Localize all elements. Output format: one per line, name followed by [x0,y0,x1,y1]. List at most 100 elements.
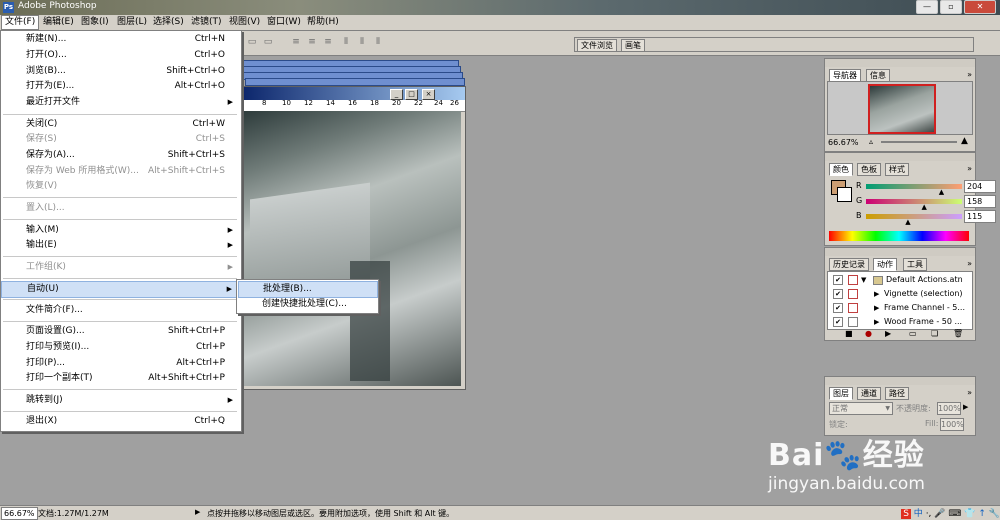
trash-icon[interactable]: 🗑 [953,329,963,338]
checkbox-icon[interactable]: ✔ [833,275,843,285]
distribute-right-icon[interactable]: ⫴ [372,36,384,48]
background-color-swatch[interactable] [837,187,852,202]
tab-channels[interactable]: 通道 [857,387,881,400]
menu-window[interactable]: 窗口(W) [264,16,304,29]
distribute-hcenter-icon[interactable]: ⫴ [356,36,368,48]
menu-view[interactable]: 视图(V) [226,16,263,29]
panel-menu-icon[interactable]: » [967,259,972,268]
panel-drag-bar[interactable] [825,59,975,67]
maximize-button[interactable]: ▫ [940,0,962,14]
menu-item-print-one-copy[interactable]: 打印一个副本(T) Alt+Shift+Ctrl+P [1,371,239,386]
panel-drag-bar[interactable] [825,248,975,256]
panel-drag-bar[interactable] [825,377,975,385]
ime-language-indicator[interactable]: 中 [914,509,923,519]
tab-color[interactable]: 颜色 [829,163,853,176]
action-set-row[interactable]: ✔ ▼ Default Actions.atn [830,273,970,287]
action-row[interactable]: ✔ ▶ Wood Frame - 50 ... [830,315,970,329]
play-icon[interactable]: ▶ [885,329,891,338]
document-photo[interactable] [240,111,461,386]
tab-styles[interactable]: 样式 [885,163,909,176]
tab-layers[interactable]: 图层 [829,387,853,400]
tab-tools[interactable]: 工具 [903,258,927,271]
action-row[interactable]: ✔ ▶ Vignette (selection) [830,287,970,301]
menu-item-close[interactable]: 关闭(C) Ctrl+W [1,117,239,132]
palette-well-tab-file-browser[interactable]: 文件浏览 [577,39,617,52]
distribute-bottom-icon[interactable]: ≡ [322,36,334,48]
panel-menu-icon[interactable]: » [967,388,972,397]
checkbox-icon[interactable]: ✔ [833,289,843,299]
menu-item-browse[interactable]: 浏览(B)... Shift+Ctrl+O [1,64,239,79]
blue-value-input[interactable]: 115 [964,210,996,223]
minimize-button[interactable]: — [916,0,938,14]
navigator-zoom[interactable]: 66.67% [828,138,859,147]
record-icon[interactable]: ● [865,329,872,338]
menu-item-jump-to[interactable]: 跳转到(J) ▶ [1,393,239,408]
checkbox-icon[interactable]: ✔ [833,317,843,327]
new-set-icon[interactable]: ▭ [909,329,917,338]
menu-item-new[interactable]: 新建(N)... Ctrl+N [1,32,239,47]
green-gradient-bar[interactable] [866,199,962,204]
menu-item-automate[interactable]: 自动(U) ▶ [1,281,239,298]
menu-item-page-setup[interactable]: 页面设置(G)... Shift+Ctrl+P [1,324,239,339]
dialog-toggle-icon[interactable] [848,317,858,327]
slider-red[interactable]: R ▲ 204 [856,180,996,196]
tab-paths[interactable]: 路径 [885,387,909,400]
menu-item-save-as[interactable]: 保存为(A)... Shift+Ctrl+S [1,148,239,163]
tab-history[interactable]: 历史记录 [829,258,869,271]
navigator-view-box[interactable] [868,84,936,134]
menu-select[interactable]: 选择(S) [150,16,187,29]
close-button[interactable]: ✕ [964,0,996,14]
zoom-slider[interactable] [881,141,957,143]
distribute-top-icon[interactable]: ≡ [290,36,302,48]
menu-filter[interactable]: 滤镜(T) [188,16,225,29]
menu-item-place[interactable]: 置入(L)... [1,201,239,216]
navigator-preview[interactable] [827,81,973,135]
document-window[interactable]: _ □ × 8 10 12 14 16 18 20 22 24 26 [239,86,466,390]
skin-icon[interactable]: 👕 [964,509,975,519]
expand-arrow-icon[interactable]: ▶ [874,315,879,329]
new-action-icon[interactable]: ❏ [931,329,938,338]
align-middle-icon[interactable]: ▭ [262,36,274,48]
menu-item-print-preview[interactable]: 打印与预览(I)... Ctrl+P [1,340,239,355]
status-arrow-icon[interactable]: ▶ [195,508,200,516]
menu-item-export[interactable]: 输出(E) ▶ [1,238,239,253]
slider-thumb-icon[interactable]: ▲ [939,188,944,196]
dialog-toggle-icon[interactable] [848,303,858,313]
dialog-toggle-icon[interactable] [848,275,858,285]
stop-icon[interactable]: ■ [845,329,853,338]
blue-gradient-bar[interactable] [866,214,962,219]
stacked-document-titlebar[interactable] [245,78,465,86]
menu-layer[interactable]: 图层(L) [114,16,150,29]
checkbox-icon[interactable]: ✔ [833,303,843,313]
menu-item-file-info[interactable]: 文件简介(F)... [1,303,239,318]
slider-thumb-icon[interactable]: ▲ [922,203,927,211]
tab-actions[interactable]: 动作 [873,258,897,271]
color-ramp[interactable] [829,231,969,241]
panel-drag-bar[interactable] [825,153,975,161]
menu-item-print[interactable]: 打印(P)... Alt+Ctrl+P [1,356,239,371]
menu-item-import[interactable]: 输入(M) ▶ [1,223,239,238]
ime-logo-icon[interactable]: S [901,509,911,519]
menu-file[interactable]: 文件(F) [1,15,40,30]
menu-edit[interactable]: 编辑(E) [40,16,77,29]
menu-item-save[interactable]: 保存(S) Ctrl+S [1,132,239,147]
palette-well-tab-brushes[interactable]: 画笔 [621,39,645,52]
upload-icon[interactable]: ↑ [978,509,986,519]
blend-mode-select[interactable]: 正常 ▼ [829,402,893,415]
distribute-left-icon[interactable]: ⫴ [340,36,352,48]
panel-menu-icon[interactable]: » [967,70,972,79]
menu-item-open-as[interactable]: 打开为(E)... Alt+Ctrl+O [1,79,239,94]
menu-item-revert[interactable]: 恢复(V) [1,179,239,194]
slider-thumb-icon[interactable]: ▲ [905,218,910,226]
red-gradient-bar[interactable] [866,184,962,189]
slider-blue[interactable]: B ▲ 115 [856,210,996,226]
zoom-out-icon[interactable]: ▵ [869,137,873,146]
microphone-icon[interactable]: 🎤 [934,509,945,519]
opacity-arrow-icon[interactable]: ▶ [963,403,968,411]
punctuation-icon[interactable]: ·, [926,509,932,519]
menu-item-create-droplet[interactable]: 创建快捷批处理(C)... [238,297,376,312]
menu-image[interactable]: 图象(I) [78,16,112,29]
menu-item-workgroup[interactable]: 工作组(K) ▶ [1,260,239,275]
action-row[interactable]: ✔ ▶ Frame Channel - 5... [830,301,970,315]
settings-wrench-icon[interactable]: 🔧 [989,509,1000,519]
